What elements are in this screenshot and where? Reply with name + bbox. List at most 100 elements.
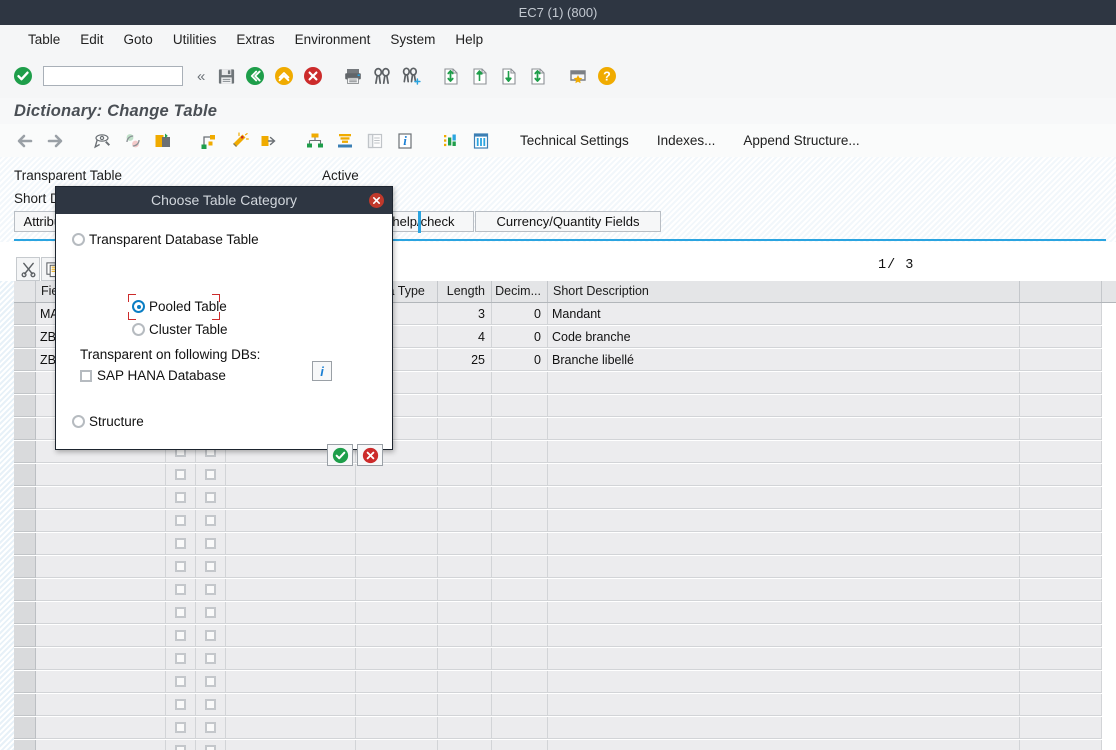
cell-checkbox-key[interactable] bbox=[166, 648, 196, 670]
cell-field[interactable] bbox=[36, 464, 166, 486]
menu-item-system[interactable]: System bbox=[380, 25, 445, 54]
table-row[interactable] bbox=[14, 648, 1116, 671]
cell-checkbox-key[interactable] bbox=[166, 625, 196, 647]
where-used-icon[interactable] bbox=[256, 128, 282, 154]
cell-dtype[interactable] bbox=[226, 740, 356, 750]
grid-column-header-extra[interactable] bbox=[1020, 281, 1102, 302]
cell-extra[interactable] bbox=[1020, 303, 1102, 325]
cell-length[interactable] bbox=[438, 671, 492, 693]
row-selector[interactable] bbox=[14, 579, 36, 601]
cell-decim[interactable]: 0 bbox=[492, 349, 548, 371]
checkbox-indicator[interactable] bbox=[175, 492, 186, 503]
cell-extra[interactable] bbox=[1020, 395, 1102, 417]
cell-shortdesc[interactable] bbox=[548, 556, 1020, 578]
row-selector[interactable] bbox=[14, 303, 36, 325]
cell-shortdesc[interactable] bbox=[548, 487, 1020, 509]
cell-dtype[interactable] bbox=[226, 625, 356, 647]
cell-length[interactable] bbox=[438, 625, 492, 647]
display-change-icon[interactable] bbox=[90, 128, 116, 154]
table-row[interactable] bbox=[14, 579, 1116, 602]
cell-length[interactable] bbox=[438, 717, 492, 739]
cut-icon[interactable] bbox=[16, 257, 40, 281]
menu-item-help[interactable]: Help bbox=[445, 25, 493, 54]
save-icon[interactable] bbox=[213, 63, 239, 89]
table-row[interactable] bbox=[14, 625, 1116, 648]
cell-shortdesc[interactable]: Code branche bbox=[548, 326, 1020, 348]
cell-length[interactable] bbox=[438, 602, 492, 624]
cell-length[interactable]: 4 bbox=[438, 326, 492, 348]
checkbox-indicator[interactable] bbox=[205, 492, 216, 503]
checkbox-indicator[interactable] bbox=[175, 653, 186, 664]
cell-extra[interactable] bbox=[1020, 326, 1102, 348]
radio-cluster-table[interactable]: Cluster Table bbox=[132, 322, 228, 337]
cell-datatype[interactable] bbox=[356, 625, 438, 647]
grid-select-all-header[interactable] bbox=[14, 281, 36, 302]
cell-checkbox-initial[interactable] bbox=[196, 740, 226, 750]
checkbox-indicator[interactable] bbox=[205, 561, 216, 572]
cell-length[interactable] bbox=[438, 510, 492, 532]
table-row[interactable] bbox=[14, 740, 1116, 750]
dialog-confirm-button[interactable] bbox=[327, 444, 353, 466]
checkbox-indicator[interactable] bbox=[205, 469, 216, 480]
cell-extra[interactable] bbox=[1020, 579, 1102, 601]
cell-dtype[interactable] bbox=[226, 579, 356, 601]
cell-datatype[interactable] bbox=[356, 579, 438, 601]
revert-icon[interactable] bbox=[120, 128, 146, 154]
cell-decim[interactable] bbox=[492, 556, 548, 578]
cell-field[interactable] bbox=[36, 740, 166, 750]
row-selector[interactable] bbox=[14, 326, 36, 348]
checkbox-indicator[interactable] bbox=[205, 653, 216, 664]
checkbox-indicator[interactable] bbox=[175, 469, 186, 480]
cell-decim[interactable] bbox=[492, 464, 548, 486]
cell-dtype[interactable] bbox=[226, 464, 356, 486]
cell-checkbox-initial[interactable] bbox=[196, 464, 226, 486]
row-selector[interactable] bbox=[14, 556, 36, 578]
cell-checkbox-key[interactable] bbox=[166, 487, 196, 509]
cell-extra[interactable] bbox=[1020, 349, 1102, 371]
last-page-icon[interactable] bbox=[525, 63, 551, 89]
checkbox-indicator[interactable] bbox=[205, 515, 216, 526]
row-selector[interactable] bbox=[14, 487, 36, 509]
table-row[interactable] bbox=[14, 717, 1116, 740]
info-icon[interactable]: i bbox=[312, 361, 332, 381]
checkbox-indicator[interactable] bbox=[175, 607, 186, 618]
cell-datatype[interactable] bbox=[356, 694, 438, 716]
cell-datatype[interactable] bbox=[356, 740, 438, 750]
cell-decim[interactable] bbox=[492, 625, 548, 647]
cell-dtype[interactable] bbox=[226, 648, 356, 670]
cell-extra[interactable] bbox=[1020, 418, 1102, 440]
cell-shortdesc[interactable] bbox=[548, 740, 1020, 750]
cell-checkbox-initial[interactable] bbox=[196, 671, 226, 693]
checkbox-indicator[interactable] bbox=[205, 584, 216, 595]
grid-column-header-length[interactable]: Length bbox=[438, 281, 492, 302]
cell-dtype[interactable] bbox=[226, 556, 356, 578]
checkbox-indicator[interactable] bbox=[175, 699, 186, 710]
cell-checkbox-initial[interactable] bbox=[196, 487, 226, 509]
grid-column-header-shortdesc[interactable]: Short Description bbox=[548, 281, 1020, 302]
table-row[interactable] bbox=[14, 464, 1116, 487]
cell-shortdesc[interactable] bbox=[548, 694, 1020, 716]
sort-icon[interactable] bbox=[332, 128, 358, 154]
copy-icon[interactable] bbox=[150, 128, 176, 154]
cell-shortdesc[interactable] bbox=[548, 717, 1020, 739]
append-structure-button[interactable]: Append Structure... bbox=[731, 124, 871, 157]
cell-length[interactable] bbox=[438, 556, 492, 578]
table-row[interactable] bbox=[14, 671, 1116, 694]
table-row[interactable] bbox=[14, 487, 1116, 510]
help-icon[interactable]: ? bbox=[594, 63, 620, 89]
row-selector[interactable] bbox=[14, 349, 36, 371]
row-selector[interactable] bbox=[14, 717, 36, 739]
technical-settings-button[interactable]: Technical Settings bbox=[508, 124, 641, 157]
cell-length[interactable] bbox=[438, 441, 492, 463]
cell-decim[interactable] bbox=[492, 579, 548, 601]
cell-decim[interactable] bbox=[492, 441, 548, 463]
cell-checkbox-key[interactable] bbox=[166, 464, 196, 486]
cell-extra[interactable] bbox=[1020, 602, 1102, 624]
menu-item-environment[interactable]: Environment bbox=[285, 25, 381, 54]
table-row[interactable] bbox=[14, 602, 1116, 625]
cell-length[interactable] bbox=[438, 372, 492, 394]
info-icon[interactable]: i bbox=[392, 128, 418, 154]
cell-checkbox-initial[interactable] bbox=[196, 625, 226, 647]
cell-field[interactable] bbox=[36, 533, 166, 555]
documentation-icon[interactable] bbox=[362, 128, 388, 154]
